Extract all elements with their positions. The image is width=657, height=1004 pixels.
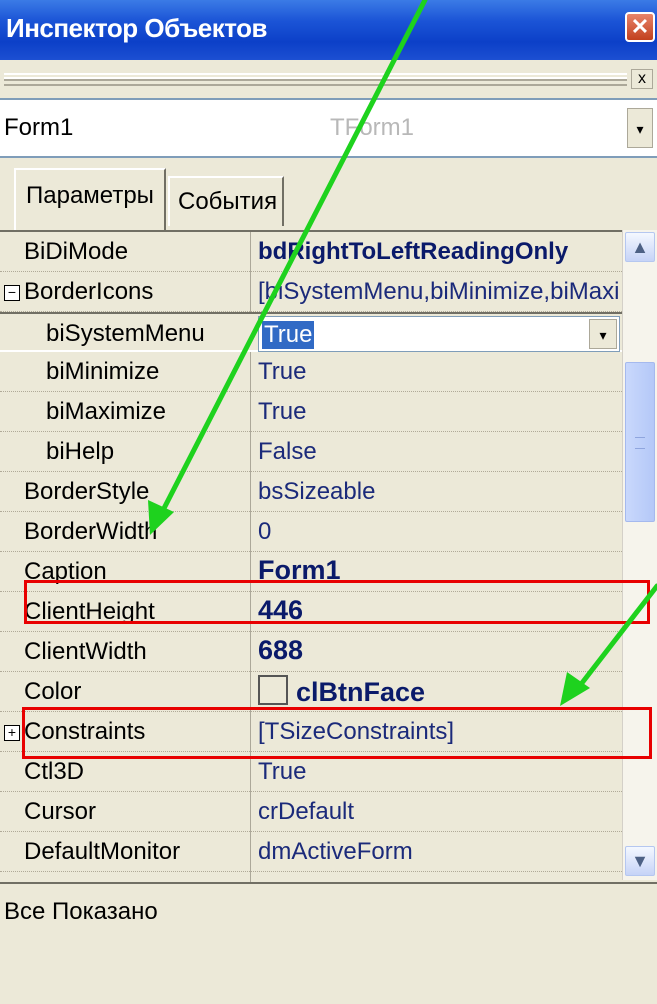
tab-events[interactable]: События — [168, 176, 284, 226]
property-value[interactable]: bdRightToLeftReadingOnly — [258, 238, 620, 266]
property-value[interactable]: True — [258, 358, 620, 386]
scroll-thumb[interactable] — [625, 362, 655, 522]
property-name-text: biMaximize — [46, 398, 167, 425]
property-name-text: Color — [24, 678, 82, 705]
property-value-editor[interactable]: True ▾ — [258, 316, 620, 352]
property-name: BiDiMode — [24, 238, 128, 266]
property-name-text: BorderWidth — [24, 518, 158, 545]
property-value[interactable]: 0 — [258, 518, 620, 546]
property-row-bordericons[interactable]: − BorderIcons [biSystemMenu,biMinimize,biM… — [0, 272, 622, 312]
arrow-down-icon: ▼ — [631, 851, 649, 871]
dock-grip[interactable] — [4, 73, 627, 86]
status-bar: Все Показано — [0, 882, 657, 1004]
property-name-text: Cursor — [24, 798, 97, 825]
object-selector[interactable]: Form1 TForm1 ▾ — [0, 98, 657, 158]
property-name-text: biHelp — [46, 438, 115, 465]
property-value-selected[interactable]: True — [262, 321, 315, 349]
tab-strip: Параметры События — [0, 160, 657, 230]
property-name-text: biMinimize — [46, 358, 160, 385]
arrow-up-icon: ▲ — [631, 237, 649, 257]
property-name: Color — [24, 678, 81, 706]
property-row-color[interactable]: Color clBtnFace — [0, 672, 622, 712]
dock-bar: x — [0, 60, 657, 96]
object-inspector-window: Инспектор Объектов ✕ x Form1 TForm1 ▾ Па… — [0, 0, 657, 1004]
property-name: biMaximize — [46, 398, 166, 426]
property-name-text: BorderStyle — [24, 478, 150, 505]
object-selector-dropdown-button[interactable]: ▾ — [627, 108, 653, 148]
property-name-text: BorderIcons — [24, 278, 154, 305]
property-value-text: False — [258, 438, 317, 465]
color-swatch — [258, 675, 288, 705]
chevron-down-icon: ▾ — [636, 121, 644, 137]
property-value[interactable]: [biSystemMenu,biMinimize,biMaximize] — [258, 278, 620, 306]
property-value-text: bdRightToLeftReadingOnly — [258, 238, 569, 265]
property-value-text: 0 — [258, 518, 272, 545]
tab-properties[interactable]: Параметры — [14, 168, 166, 230]
title-bar[interactable]: Инспектор Объектов ✕ — [0, 0, 657, 60]
property-value-text: True — [258, 398, 307, 425]
scroll-up-button[interactable]: ▲ — [625, 232, 655, 262]
property-name: Cursor — [24, 798, 96, 826]
property-name: BorderStyle — [24, 478, 149, 506]
property-row-biminimize[interactable]: biMinimize True — [0, 352, 622, 392]
value-dropdown-button[interactable]: ▾ — [589, 319, 617, 349]
property-value[interactable]: bsSizeable — [258, 478, 620, 506]
property-row-bisystemmenu[interactable]: biSystemMenu True ▾ — [0, 312, 622, 352]
property-value-text: bsSizeable — [258, 478, 376, 505]
property-value-text: True — [258, 758, 307, 785]
scroll-down-button[interactable]: ▼ — [625, 846, 655, 876]
property-row-clientwidth[interactable]: ClientWidth 688 — [0, 632, 622, 672]
property-row-borderstyle[interactable]: BorderStyle bsSizeable — [0, 472, 622, 512]
property-name-text: BiDiMode — [24, 238, 129, 265]
property-value[interactable]: True — [258, 398, 620, 426]
property-value-text: True — [258, 358, 307, 385]
property-value-text: [biSystemMenu,biMinimize,biMaximize] — [258, 278, 620, 305]
property-value[interactable]: crDefault — [258, 798, 620, 826]
property-value[interactable]: False — [258, 438, 620, 466]
color-highlight-box — [22, 707, 652, 759]
property-row-bimaximize[interactable]: biMaximize True — [0, 392, 622, 432]
thumb-grip — [635, 437, 645, 449]
property-name-text: DefaultMonitor — [24, 838, 181, 865]
property-value[interactable]: True — [258, 758, 620, 786]
property-grid: BiDiMode bdRightToLeftReadingOnly − BorderI… — [0, 230, 622, 882]
property-row-bihelp[interactable]: biHelp False — [0, 432, 622, 472]
property-value[interactable]: dmActiveForm — [258, 838, 620, 866]
property-value[interactable]: clBtnFace — [258, 675, 620, 708]
property-row-cursor[interactable]: Cursor crDefault — [0, 792, 622, 832]
property-name: biHelp — [46, 438, 114, 466]
property-value-text: 688 — [258, 635, 304, 665]
property-name-text: Ctl3D — [24, 758, 85, 785]
collapse-icon[interactable]: − — [4, 285, 20, 301]
property-value-text: crDefault — [258, 798, 355, 825]
close-icon: ✕ — [630, 14, 650, 39]
dock-close-button[interactable]: x — [631, 69, 653, 89]
object-name: Form1 — [4, 114, 74, 141]
property-name: biSystemMenu — [46, 320, 205, 348]
property-value[interactable]: 688 — [258, 635, 620, 666]
caption-highlight-box — [24, 580, 650, 624]
property-name: biMinimize — [46, 358, 159, 386]
property-name: DefaultMonitor — [24, 838, 180, 866]
window-title: Инспектор Объектов — [6, 13, 268, 43]
property-row-defaultmonitor[interactable]: DefaultMonitor dmActiveForm — [0, 832, 622, 872]
property-scrollbar[interactable]: ▲ ▼ — [622, 230, 657, 880]
property-name: Ctl3D — [24, 758, 84, 786]
expand-icon[interactable]: + — [4, 725, 20, 741]
property-name: BorderWidth — [24, 518, 157, 546]
object-type: TForm1 — [330, 114, 414, 141]
property-name: ClientWidth — [24, 638, 147, 666]
property-name-text: biSystemMenu — [46, 320, 205, 347]
property-value-text: dmActiveForm — [258, 838, 413, 865]
property-name-text: ClientWidth — [24, 638, 147, 665]
status-text: Все Показано — [4, 898, 158, 925]
property-row-borderwidth[interactable]: BorderWidth 0 — [0, 512, 622, 552]
property-name: − BorderIcons — [4, 278, 153, 306]
close-button[interactable]: ✕ — [625, 12, 655, 42]
property-value-text: clBtnFace — [296, 677, 426, 707]
property-row-bidimode[interactable]: BiDiMode bdRightToLeftReadingOnly — [0, 232, 622, 272]
